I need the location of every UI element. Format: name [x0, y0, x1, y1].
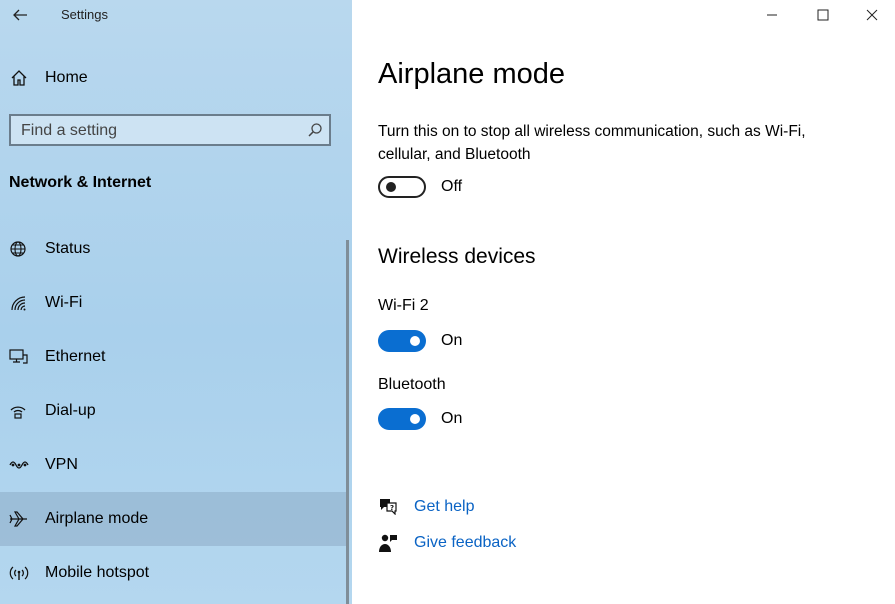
search-input[interactable]: [21, 120, 301, 142]
minimize-icon: [767, 14, 777, 16]
home-label: Home: [45, 69, 88, 86]
page-title: Airplane mode: [378, 58, 565, 90]
sidebar-item-label: VPN: [45, 456, 78, 473]
sidebar-scrollbar[interactable]: [346, 240, 349, 604]
sidebar-item-label: Dial-up: [45, 402, 96, 419]
back-arrow-icon: [13, 9, 27, 21]
toggle-knob: [410, 336, 420, 346]
search-icon[interactable]: [307, 122, 323, 138]
bluetooth-toggle[interactable]: [378, 408, 426, 430]
sidebar-item-status[interactable]: Status: [0, 222, 348, 276]
svg-text:?: ?: [390, 504, 394, 512]
wifi-2-state: On: [441, 332, 463, 349]
help-icon: ?: [380, 499, 397, 515]
maximize-button[interactable]: [800, 0, 846, 30]
sidebar-item-airplane-mode[interactable]: Airplane mode: [0, 492, 348, 546]
airplane-mode-state: Off: [441, 178, 463, 195]
home-icon: [11, 70, 27, 86]
sidebar-item-ethernet[interactable]: Ethernet: [0, 330, 348, 384]
nav-list: Status Wi-Fi Ethernet Dial-up VPN Airpla…: [0, 222, 348, 600]
toggle-knob: [386, 182, 396, 192]
airplane-mode-description: Turn this on to stop all wireless commun…: [378, 123, 806, 163]
globe-icon: [10, 241, 26, 257]
hotspot-icon: [9, 566, 29, 580]
sidebar-item-mobile-hotspot[interactable]: Mobile hotspot: [0, 546, 348, 600]
wireless-devices-title: Wireless devices: [378, 245, 536, 268]
sidebar-item-label: Status: [45, 240, 91, 257]
sidebar-item-label: Ethernet: [45, 348, 106, 365]
sidebar-item-label: Mobile hotspot: [45, 564, 150, 581]
ethernet-icon: [9, 349, 28, 364]
bluetooth-state: On: [441, 410, 463, 427]
sidebar: Settings Home Network & Internet Status: [0, 0, 352, 604]
wifi-2-toggle[interactable]: [378, 330, 426, 352]
bluetooth-label: Bluetooth: [378, 376, 446, 393]
home-nav-item[interactable]: Home: [0, 62, 352, 94]
sidebar-item-label: Wi-Fi: [45, 294, 83, 311]
minimize-button[interactable]: [749, 0, 795, 30]
app-title: Settings: [61, 7, 108, 22]
back-button[interactable]: [6, 2, 34, 28]
maximize-icon: [817, 9, 829, 21]
dialup-icon: [10, 406, 26, 419]
search-box[interactable]: [9, 114, 331, 146]
give-feedback-link[interactable]: Give feedback: [414, 534, 516, 552]
sidebar-item-wifi[interactable]: Wi-Fi: [0, 276, 348, 330]
vpn-icon: [9, 461, 29, 469]
close-icon: [866, 9, 878, 21]
sidebar-item-vpn[interactable]: VPN: [0, 438, 348, 492]
wifi-2-label: Wi-Fi 2: [378, 297, 429, 314]
close-button[interactable]: [849, 0, 895, 30]
section-title: Network & Internet: [9, 174, 152, 191]
airplane-mode-toggle[interactable]: [378, 176, 426, 198]
sidebar-item-dialup[interactable]: Dial-up: [0, 384, 348, 438]
feedback-icon: [379, 534, 397, 552]
wifi-icon: [11, 296, 26, 311]
toggle-knob: [410, 414, 420, 424]
title-bar: Settings: [0, 0, 352, 32]
get-help-link[interactable]: Get help: [414, 498, 474, 516]
airplane-icon: [9, 511, 27, 527]
main-panel: Airplane mode Turn this on to stop all w…: [352, 0, 895, 604]
sidebar-item-label: Airplane mode: [45, 510, 149, 527]
